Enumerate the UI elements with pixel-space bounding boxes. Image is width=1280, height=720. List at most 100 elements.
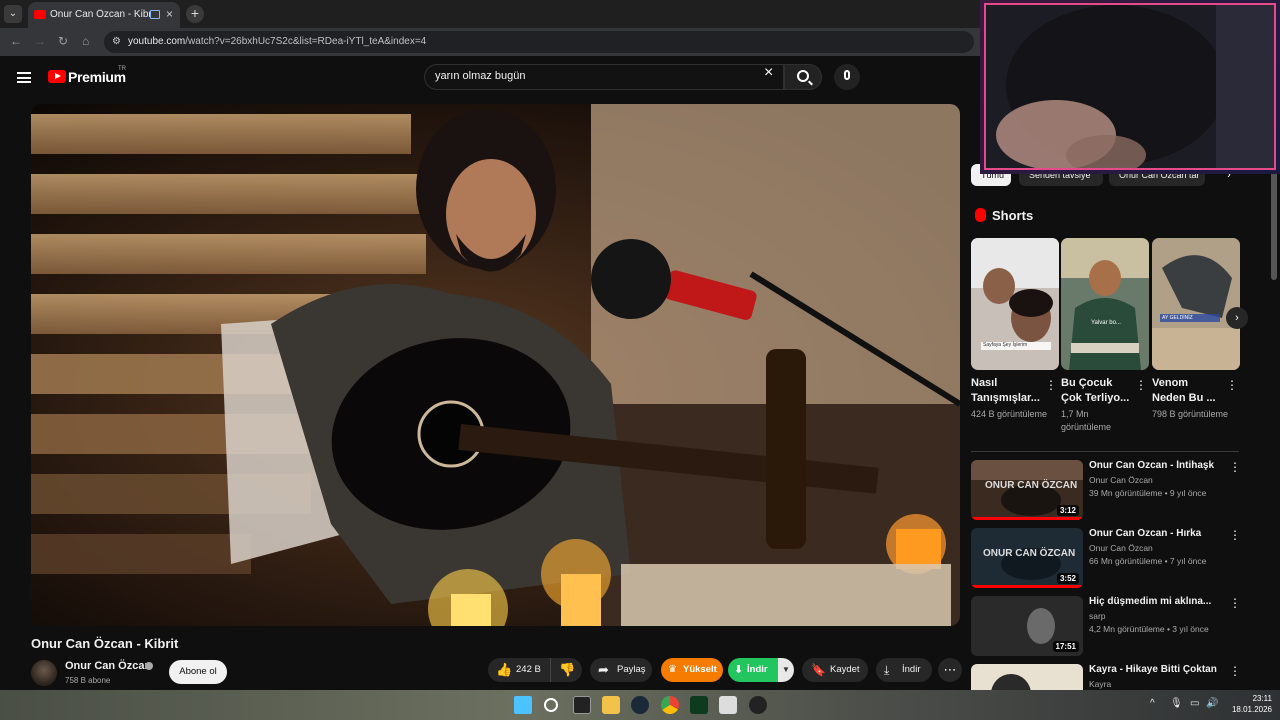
short-title[interactable]: Nasıl Tanışmışlar... [971, 376, 1043, 406]
epic-games-icon[interactable] [573, 696, 591, 714]
short-more-icon[interactable]: ⋮ [1135, 378, 1147, 392]
tray-chevron-icon[interactable]: ^ [1150, 698, 1155, 709]
windows-start-icon[interactable] [514, 696, 532, 714]
duration-badge: 17:51 [1052, 641, 1079, 652]
extension-download-dropdown[interactable]: ▼ [778, 658, 794, 682]
thumbs-up-icon: 👍 [496, 662, 513, 677]
list-item[interactable]: ONUR CAN ÖZCAN 3:12 Onur Can Özcan - İnt… [971, 460, 1243, 520]
url-path: /watch?v=26bxhUc7S2c&list=RDea-iYTl_teA&… [185, 36, 427, 47]
list-item[interactable]: 17:51 Hiç düşmedim mi aklına... sarp 4,2… [971, 596, 1243, 656]
webcam-frame [984, 3, 1276, 170]
short-views: 798 B görüntüleme [1152, 409, 1229, 419]
search-button[interactable] [784, 64, 822, 90]
video-thumbnail[interactable]: ONUR CAN ÖZCAN 3:52 [971, 528, 1083, 588]
search-taskbar-icon[interactable] [544, 698, 558, 712]
download-label: İndir [902, 664, 921, 675]
short-title[interactable]: Venom Neden Bu ... [1152, 376, 1224, 406]
new-tab-button[interactable]: + [186, 5, 204, 23]
shorts-next-button[interactable]: › [1226, 307, 1248, 329]
video-frame [31, 104, 960, 626]
short-title[interactable]: Bu Çocuk Çok Terliyo... [1061, 376, 1133, 406]
verified-icon [145, 662, 153, 670]
shorts-heading: Shorts [992, 208, 1034, 223]
video-title[interactable]: Onur Can Özcan - Hırka [1089, 528, 1229, 539]
tab-search-menu-button[interactable]: ⌄ [4, 5, 22, 23]
search-clear-icon[interactable]: × [764, 64, 773, 82]
channel-name[interactable]: sarp [1089, 611, 1106, 621]
list-item[interactable]: ONUR CAN ÖZCAN 3:52 Onur Can Özcan - Hır… [971, 528, 1243, 588]
obs-icon[interactable] [749, 696, 767, 714]
home-icon[interactable]: ⌂ [82, 34, 89, 48]
share-button[interactable]: ➦ Paylaş [590, 658, 652, 682]
clock-date[interactable]: 18.01.2026 [1220, 705, 1272, 714]
voice-search-button[interactable] [834, 64, 860, 90]
save-label: Kaydet [830, 664, 860, 675]
video-thumbnail[interactable]: ONUR CAN ÖZCAN 3:12 [971, 460, 1083, 520]
mic-tray-icon[interactable]: 🎙 [1170, 698, 1183, 709]
upgrade-label: Yükselt [683, 664, 717, 675]
video-player[interactable] [31, 104, 960, 626]
terminal-icon[interactable] [690, 696, 708, 714]
url-text[interactable]: youtube.com/watch?v=26bxhUc7S2c&list=RDe… [128, 36, 426, 47]
short-more-icon[interactable]: ⋮ [1045, 378, 1057, 392]
like-button[interactable]: 👍 242 B [488, 658, 550, 682]
tab-media-icon[interactable] [150, 10, 160, 19]
channel-name[interactable]: Onur Can Özcan [1089, 475, 1153, 485]
more-icon[interactable]: ⋮ [1229, 664, 1241, 678]
search-input[interactable] [435, 70, 755, 82]
extension-download-button[interactable]: ⬇ İndir [728, 658, 778, 682]
short-views: 424 B görüntüleme [971, 409, 1048, 419]
duration-badge: 3:12 [1056, 505, 1079, 516]
youtube-favicon-icon [34, 10, 46, 19]
browser-tab-bar: ⌄ Onur Can Özcan - Kibrit - Y × + [0, 0, 980, 28]
save-button[interactable]: 🔖 Kaydet [802, 658, 868, 682]
short-thumbnail[interactable]: Sayfaya Şey İşlerim [971, 238, 1059, 370]
app-icon[interactable] [719, 696, 737, 714]
more-icon[interactable]: ⋮ [1229, 460, 1241, 474]
menu-icon[interactable] [17, 72, 31, 83]
short-thumb-caption: Sayfaya Şey İşlerim [983, 342, 1028, 348]
clock-time[interactable]: 23:11 [1236, 694, 1272, 703]
more-icon[interactable]: ⋮ [1229, 596, 1241, 610]
search-box[interactable] [424, 64, 784, 90]
video-title[interactable]: Onur Can Özcan - İntihaşk [1089, 460, 1229, 471]
subscribe-button[interactable]: Abone ol [169, 660, 227, 684]
url-host: youtube.com [128, 36, 186, 47]
channel-name[interactable]: Onur Can Özcan [65, 660, 151, 672]
video-thumbnail[interactable]: 17:51 [971, 596, 1083, 656]
short-thumbnail[interactable]: AY GELDİNİZ [1152, 238, 1240, 370]
network-icon[interactable]: ▭ [1190, 698, 1199, 709]
extension-download-label: İndir [747, 664, 768, 675]
short-more-icon[interactable]: ⋮ [1226, 378, 1238, 392]
video-meta: 39 Mn görüntüleme • 9 yıl önce [1089, 488, 1207, 498]
channel-avatar[interactable] [31, 660, 57, 686]
list-item[interactable]: Kayra - Hikaye Bitti Çoktan Kayra ⋮ [971, 664, 1243, 690]
tab-close-button[interactable]: × [166, 7, 173, 21]
volume-icon[interactable]: 🔊 [1206, 698, 1218, 709]
back-arrow-icon[interactable]: ← [10, 34, 22, 48]
dislike-button[interactable]: 👎 [550, 658, 582, 682]
download-button[interactable]: ⤓ İndir [876, 658, 932, 682]
more-icon[interactable]: ⋮ [1229, 528, 1241, 542]
chrome-icon[interactable] [661, 696, 679, 714]
more-actions-button[interactable]: ⋯ [938, 658, 962, 682]
video-title[interactable]: Kayra - Hikaye Bitti Çoktan [1089, 664, 1229, 675]
download-icon: ⤓ [884, 663, 890, 677]
download-arrow-icon: ⬇ [734, 664, 744, 676]
microphone-icon [844, 70, 850, 80]
video-thumbnail[interactable] [971, 664, 1083, 690]
reload-icon[interactable]: ↻ [58, 34, 68, 48]
channel-name[interactable]: Onur Can Özcan [1089, 543, 1153, 553]
upgrade-button[interactable]: ♛ Yükselt [661, 658, 723, 682]
video-meta: 66 Mn görüntüleme • 7 yıl önce [1089, 556, 1207, 566]
channel-name[interactable]: Kayra [1089, 679, 1111, 689]
short-thumbnail[interactable]: Yalvar bo... [1061, 238, 1149, 370]
active-tab[interactable]: Onur Can Özcan - Kibrit - Y × [28, 2, 180, 28]
steam-icon[interactable] [631, 696, 649, 714]
video-title[interactable]: Hiç düşmedim mi aklına... [1089, 596, 1229, 607]
site-info-icon[interactable]: ⚙ [112, 36, 124, 48]
watch-progress-bar [971, 517, 1083, 520]
address-bar[interactable]: ⚙ youtube.com/watch?v=26bxhUc7S2c&list=R… [104, 31, 974, 53]
forward-arrow-icon[interactable]: → [34, 34, 46, 48]
file-explorer-icon[interactable] [602, 696, 620, 714]
